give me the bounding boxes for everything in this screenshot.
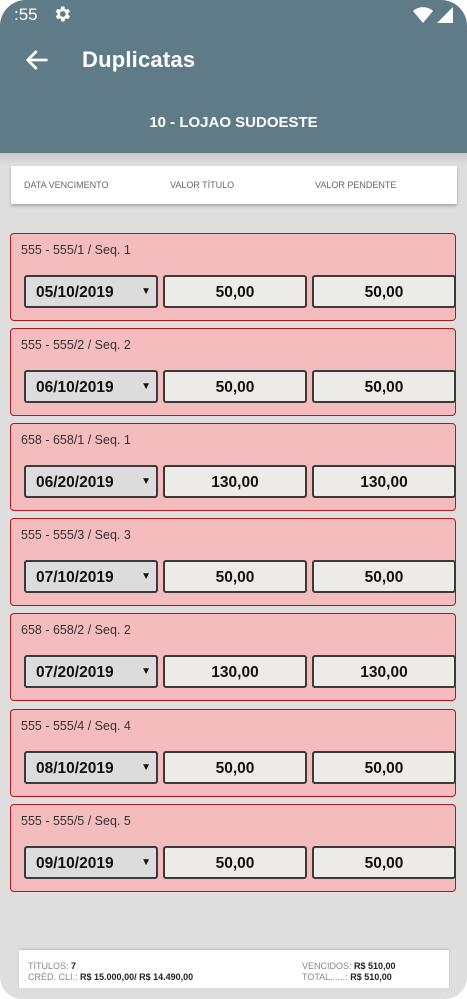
dropdown-arrow-icon: ▼: [141, 476, 151, 487]
card-label: 658 - 658/1 / Seq. 1: [21, 433, 131, 447]
pending-text: 50,00: [364, 855, 404, 872]
summary-footer: TÍTULOS: 7 CRÉD. CLI.: R$ 15.000,00/ R$ …: [19, 950, 449, 988]
value-field[interactable]: 130,00: [163, 655, 307, 688]
gear-icon: [55, 6, 70, 22]
pending-field[interactable]: 50,00: [312, 275, 456, 308]
value-field[interactable]: 50,00: [163, 560, 307, 593]
value-field[interactable]: 50,00: [163, 275, 307, 308]
pending-field[interactable]: 50,00: [312, 370, 456, 403]
pending-field[interactable]: 50,00: [312, 751, 456, 784]
pending-text: 50,00: [364, 760, 404, 777]
screen: :55 Duplicatas 10 - LOJAO SUDOESTE DATA …: [0, 0, 467, 999]
pending-text: 50,00: [364, 569, 404, 586]
signal-icon: [437, 7, 453, 23]
duplicata-card[interactable]: 555 - 555/2 / Seq. 2 06/10/2019 ▼ 50,00 …: [10, 328, 456, 416]
column-value: VALOR TÍTULO: [170, 180, 235, 190]
overdue-summary: VENCIDOS: R$ 510,00: [302, 961, 396, 971]
customer-name: 10 - LOJAO SUDOESTE: [149, 114, 318, 131]
due-date-value: 06/10/2019: [36, 379, 114, 396]
credit-summary: CRÉD. CLI.: R$ 15.000,00/ R$ 14.490,00: [28, 972, 193, 982]
duplicata-card[interactable]: 658 - 658/1 / Seq. 1 06/20/2019 ▼ 130,00…: [10, 423, 456, 511]
card-label: 658 - 658/2 / Seq. 2: [21, 623, 131, 637]
titles-value: 7: [71, 961, 77, 971]
due-date-value: 07/10/2019: [36, 569, 114, 586]
overdue-value: R$ 510,00: [354, 961, 396, 971]
due-date-select[interactable]: 06/10/2019 ▼: [24, 370, 158, 403]
pending-field[interactable]: 130,00: [312, 655, 456, 688]
due-date-select[interactable]: 07/20/2019 ▼: [24, 655, 158, 688]
total-label: TOTAL......:: [302, 972, 348, 982]
column-due-date: DATA VENCIMENTO: [24, 180, 109, 190]
pending-field[interactable]: 50,00: [312, 560, 456, 593]
card-label: 555 - 555/4 / Seq. 4: [21, 719, 131, 733]
arrow-back-icon[interactable]: [22, 46, 52, 74]
status-time: :55: [14, 5, 38, 24]
pending-field[interactable]: 50,00: [312, 846, 456, 879]
pending-text: 50,00: [364, 379, 404, 396]
due-date-select[interactable]: 08/10/2019 ▼: [24, 751, 158, 784]
titles-label: TÍTULOS:: [28, 961, 69, 971]
card-label: 555 - 555/2 / Seq. 2: [21, 338, 131, 352]
dropdown-arrow-icon: ▼: [141, 857, 151, 868]
value-text: 50,00: [215, 760, 255, 777]
due-date-select[interactable]: 05/10/2019 ▼: [24, 275, 158, 308]
pending-text: 50,00: [364, 284, 404, 301]
column-pending: VALOR PENDENTE: [315, 180, 397, 190]
value-text: 50,00: [215, 379, 255, 396]
card-label: 555 - 555/5 / Seq. 5: [21, 814, 131, 828]
value-text: 50,00: [215, 855, 255, 872]
card-label: 555 - 555/3 / Seq. 3: [21, 528, 131, 542]
overdue-label: VENCIDOS:: [302, 961, 352, 971]
page-title: Duplicatas: [82, 47, 196, 72]
card-label: 555 - 555/1 / Seq. 1: [21, 243, 131, 257]
pending-field[interactable]: 130,00: [312, 465, 456, 498]
appbar-shadow: [0, 153, 467, 165]
value-field[interactable]: 50,00: [163, 751, 307, 784]
duplicata-card[interactable]: 555 - 555/5 / Seq. 5 09/10/2019 ▼ 50,00 …: [10, 804, 456, 892]
dropdown-arrow-icon: ▼: [141, 762, 151, 773]
value-field[interactable]: 50,00: [163, 846, 307, 879]
due-date-value: 09/10/2019: [36, 855, 114, 872]
pending-text: 130,00: [360, 474, 408, 491]
value-text: 50,00: [215, 569, 255, 586]
due-date-select[interactable]: 06/20/2019 ▼: [24, 465, 158, 498]
credit-label: CRÉD. CLI.:: [28, 972, 78, 982]
duplicata-card[interactable]: 555 - 555/3 / Seq. 3 07/10/2019 ▼ 50,00 …: [10, 518, 456, 606]
due-date-select[interactable]: 07/10/2019 ▼: [24, 560, 158, 593]
dropdown-arrow-icon: ▼: [141, 666, 151, 677]
total-value: R$ 510,00: [350, 972, 392, 982]
value-field[interactable]: 130,00: [163, 465, 307, 498]
total-summary: TOTAL......: R$ 510,00: [302, 972, 392, 982]
due-date-value: 08/10/2019: [36, 760, 114, 777]
column-header: DATA VENCIMENTO VALOR TÍTULO VALOR PENDE…: [11, 166, 457, 204]
value-text: 50,00: [215, 284, 255, 301]
dropdown-arrow-icon: ▼: [141, 571, 151, 582]
system-status-icons: [413, 7, 453, 23]
titles-summary: TÍTULOS: 7: [28, 961, 76, 971]
value-text: 130,00: [211, 474, 259, 491]
duplicata-card[interactable]: 555 - 555/4 / Seq. 4 08/10/2019 ▼ 50,00 …: [10, 709, 456, 797]
pending-text: 130,00: [360, 664, 408, 681]
status-bar: :55: [0, 0, 467, 30]
app-bar: Duplicatas 10 - LOJAO SUDOESTE: [0, 30, 467, 153]
due-date-value: 06/20/2019: [36, 474, 114, 491]
dropdown-arrow-icon: ▼: [141, 286, 151, 297]
dropdown-arrow-icon: ▼: [141, 381, 151, 392]
value-field[interactable]: 50,00: [163, 370, 307, 403]
duplicata-card[interactable]: 555 - 555/1 / Seq. 1 05/10/2019 ▼ 50,00 …: [10, 233, 456, 321]
wifi-icon: [413, 7, 433, 23]
duplicata-card[interactable]: 658 - 658/2 / Seq. 2 07/20/2019 ▼ 130,00…: [10, 613, 456, 701]
due-date-select[interactable]: 09/10/2019 ▼: [24, 846, 158, 879]
value-text: 130,00: [211, 664, 259, 681]
due-date-value: 05/10/2019: [36, 284, 114, 301]
due-date-value: 07/20/2019: [36, 664, 114, 681]
credit-value: R$ 15.000,00/ R$ 14.490,00: [80, 972, 194, 982]
